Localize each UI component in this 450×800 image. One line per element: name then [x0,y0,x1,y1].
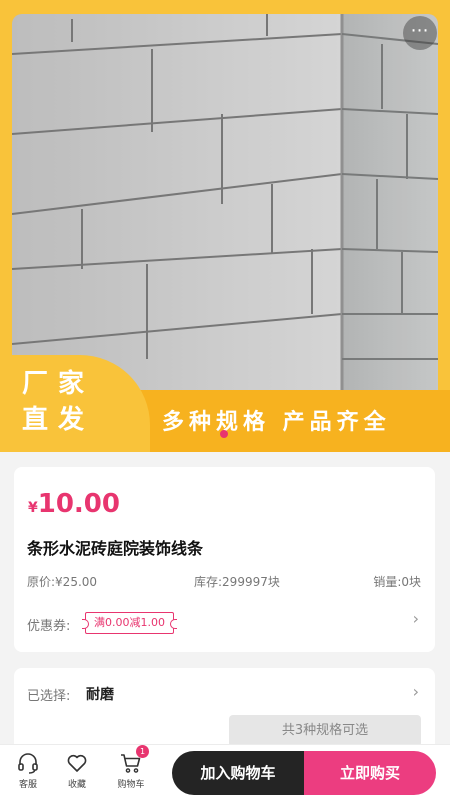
banner-slogan: 多种规格 产品齐全 [162,410,391,435]
spec-value: 耐磨 [86,687,114,703]
sales-count: 销量:0块 [373,575,421,589]
chevron-right-icon[interactable]: › [413,609,419,628]
original-price: 原价:¥25.00 [27,575,98,589]
spec-count-badge[interactable]: 共3种规格可选 [229,715,421,747]
buy-now-button[interactable]: 立即购买 [304,751,436,795]
cart-label: 购物车 [117,780,145,790]
product-image-carousel[interactable]: ⋯ 厂家直发 多种规格 产品齐全 [0,0,450,452]
spec-label: 已选择: [27,689,71,704]
price-value: 10.00 [37,489,120,519]
product-title: 条形水泥砖庭院装饰线条 [27,539,204,558]
chevron-right-icon[interactable]: › [413,682,419,701]
more-dots-icon[interactable]: ⋯ [403,16,437,50]
product-price: ¥10.00 [28,489,120,519]
cart-count-badge: 1 [136,745,149,758]
favorite-button[interactable]: 收藏 [57,751,97,790]
service-label: 客服 [18,780,37,790]
bottom-action-bar: 客服 收藏 1 购物车 加入购物车 立即购买 [0,744,450,800]
headset-icon [18,753,38,774]
product-info-card: ¥10.00 条形水泥砖庭院装饰线条 原价:¥25.00 库存:299997块 … [14,467,435,652]
favorite-label: 收藏 [67,780,86,790]
currency-symbol: ¥ [28,500,38,516]
coupon-label: 优惠券: [27,619,71,634]
heart-icon [67,754,87,772]
coupon-tag[interactable]: 满0.00减1.00 [82,612,177,634]
carousel-indicator-dot[interactable] [220,430,228,438]
stock-count: 库存:299997块 [194,575,280,589]
banner-tag-text: 厂家直发 [22,369,95,435]
cart-nav-button[interactable]: 1 购物车 [111,745,151,790]
add-to-cart-button[interactable]: 加入购物车 [172,751,304,795]
product-photo [12,14,438,390]
customer-service-button[interactable]: 客服 [8,751,48,790]
